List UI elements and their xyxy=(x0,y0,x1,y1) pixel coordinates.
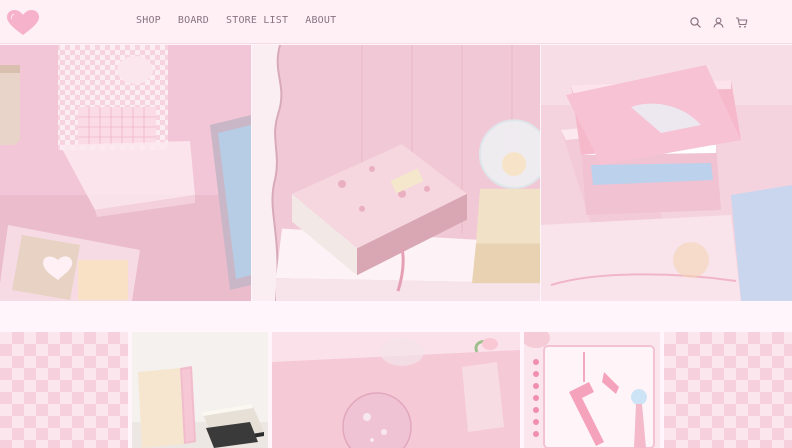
pattern-tile-left xyxy=(0,332,128,448)
hero-banner xyxy=(0,45,792,303)
product-photo-notebooks[interactable] xyxy=(132,332,268,448)
pattern-tile-right xyxy=(664,332,792,448)
hero-photo-memo-pads[interactable] xyxy=(541,45,792,301)
search-icon[interactable] xyxy=(689,16,702,29)
hero-photo-calendar[interactable] xyxy=(0,45,251,301)
nav-board[interactable]: BOARD xyxy=(178,15,209,26)
heart-logo-icon[interactable] xyxy=(6,9,40,37)
product-photo-binder-keys[interactable] xyxy=(524,332,660,448)
product-photo-crystal-ball[interactable] xyxy=(272,332,520,448)
product-strip xyxy=(0,332,792,448)
site-header: SHOP BOARD STORE LIST ABOUT xyxy=(0,0,792,44)
nav-store-list[interactable]: STORE LIST xyxy=(226,15,288,26)
user-icon[interactable] xyxy=(712,16,725,29)
cart-icon[interactable] xyxy=(735,16,748,29)
nav-shop[interactable]: SHOP xyxy=(136,15,161,26)
hero-photo-book-snowglobe[interactable] xyxy=(252,45,540,301)
nav-about[interactable]: ABOUT xyxy=(305,15,336,26)
main-nav: SHOP BOARD STORE LIST ABOUT xyxy=(136,15,336,26)
header-icons xyxy=(689,16,748,29)
